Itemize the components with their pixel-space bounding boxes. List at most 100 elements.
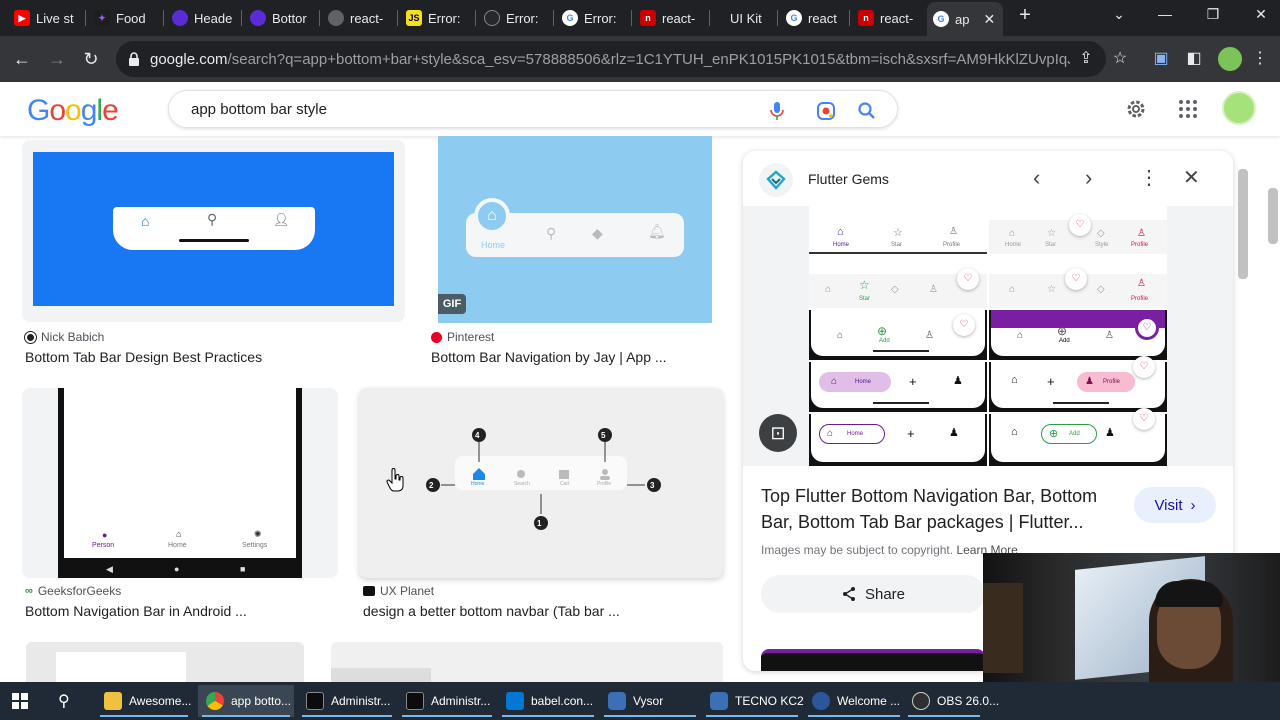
nav-label: Home [168,542,187,549]
result-thumbnail[interactable]: 4 5 2 3 1 Home Search Cart Profile [359,388,723,578]
share-button[interactable]: Share [761,575,985,613]
browser-tab[interactable]: UI Kit [712,4,778,32]
forward-icon[interactable]: → [44,46,70,72]
result-thumbnail[interactable] [26,642,304,682]
result-thumbnail[interactable]: ⚲ ◆ 🔔︎ Home ⌂ GIF [438,136,712,323]
person-icon: ● [102,530,108,540]
browser-tab[interactable]: Error: [478,4,554,32]
preview-image-area[interactable]: ⌂ Home ☆ Star ♙ Profile ⌂ Home ☆ Star ◇ Style … [743,206,1233,466]
result-title[interactable]: Bottom Tab Bar Design Best Practices [25,349,262,365]
blue-thumbnail-image: ⌂ ⚲ 👤︎ [33,152,394,306]
reload-icon[interactable]: ↻ [78,46,104,72]
menu-kebab-icon[interactable]: ⋮ [1248,47,1272,71]
address-bar[interactable]: google.com/search?q=app+bottom+bar+style… [116,41,1106,77]
result-title[interactable]: Bottom Bar Navigation by Jay | App ... [431,349,667,365]
panel-title[interactable]: Top Flutter Bottom Navigation Bar, Botto… [761,483,1111,535]
close-tab-icon[interactable]: ✕ [983,11,995,28]
taskbar-item[interactable]: Administr... [398,685,496,717]
windows-taskbar: ⚲ Awesome... app botto... Administr... A… [0,682,1280,720]
taskbar-item[interactable]: TECNO KC2 [702,685,804,717]
browser-tab[interactable]: n react- [634,4,710,32]
result-thumbnail[interactable]: ● ⌂ ✺ Person Home Settings ◀ ● ■ [22,388,338,578]
tab-label: UI Kit [730,10,762,26]
taskbar-search-icon[interactable]: ⚲ [58,691,70,711]
tab-label: Error: [506,10,539,26]
result-title[interactable]: design a better bottom navbar (Tab bar .… [363,603,620,619]
visit-button[interactable]: Visit › [1134,487,1216,523]
tab-label: Heade [194,10,233,26]
panel-site-name[interactable]: Flutter Gems [808,171,889,187]
nav-label: Cart [560,481,570,487]
restore-icon[interactable]: ❐ [1198,6,1228,23]
taskbar-item[interactable]: Awesome... [96,685,192,717]
browser-tab[interactable]: G Error: [556,4,632,32]
nav-mockup: ⌂ ⊕ Add ♙ ♡ [809,310,987,360]
browser-tab[interactable]: ✦ Food [88,4,164,32]
browser-tab[interactable]: ▶ Live st [8,4,86,32]
close-window-icon[interactable]: ✕ [1246,6,1276,23]
taskbar-item[interactable]: OBS 26.0... [904,685,999,717]
terminal-icon [406,692,424,710]
copyright-notice: Images may be subject to copyright. Lear… [761,543,1018,557]
callout-number: 1 [537,519,542,528]
close-panel-icon[interactable]: ✕ [1183,165,1200,190]
youtube-icon: ▶ [14,10,30,26]
flutter-gems-icon [766,170,786,190]
windows-start-icon[interactable] [12,693,28,709]
microphone-icon[interactable] [765,99,789,123]
lens-camera-icon[interactable] [814,99,838,123]
bookmark-star-icon[interactable]: ☆ [1108,47,1132,71]
settings-gear-icon[interactable] [1124,97,1148,121]
apps-grid-icon[interactable] [1178,99,1198,119]
tab-search-icon[interactable]: ⌄ [1104,6,1134,23]
google-logo[interactable]: Google [27,94,119,128]
result-source[interactable]: ∞ GeeksforGeeks [25,584,121,598]
browser-tab[interactable]: react- [322,4,398,32]
result-thumbnail[interactable] [331,642,723,682]
next-image-icon[interactable]: › [1085,165,1092,191]
tab-label: Live st [36,10,74,26]
settings-gear-icon: ✺ [254,529,262,539]
taskbar-item[interactable]: Welcome ... [804,685,904,717]
terminal-icon [306,692,324,710]
cast-icon[interactable]: ▣ [1149,47,1173,71]
browser-tab[interactable]: G react [780,4,850,32]
back-icon[interactable]: ← [9,46,35,72]
profile-avatar[interactable] [1218,47,1242,71]
browser-tab[interactable]: Heade [166,4,242,32]
search-input[interactable]: app bottom bar style [191,101,327,118]
result-source[interactable]: Pinterest [431,330,494,344]
thumbnail-image [331,668,431,682]
taskbar-item[interactable]: babel.con... [498,685,598,717]
taskbar-item[interactable]: Vysor [600,685,700,717]
more-options-icon[interactable]: ⋮ [1139,165,1159,190]
search-box[interactable]: app bottom bar style [168,90,898,128]
share-icon [842,587,855,601]
nav-mockup: ⌂ ☆ Star ◇ ♙ ♡ [809,268,987,308]
taskbar-item[interactable]: Administr... [298,685,396,717]
browser-tab[interactable]: Bottor [244,4,320,32]
minimize-icon[interactable]: — [1150,6,1180,22]
browser-tab-active[interactable]: G ap ✕ [927,2,1003,36]
person-icon: 👤︎ [273,212,290,227]
related-image-thumbnail[interactable] [761,649,985,671]
hex-icon [172,10,188,26]
page-scrollbar-thumb[interactable] [1268,188,1278,244]
account-avatar[interactable] [1222,91,1256,125]
taskbar-item-active[interactable]: app botto... [198,685,294,717]
share-page-icon[interactable]: ⇪ [1074,47,1098,71]
google-icon: G [562,10,578,26]
side-panel-icon[interactable]: ◧ [1182,47,1206,71]
tab-label: react [808,10,837,26]
result-source[interactable]: Nick Babich [25,330,104,344]
result-title[interactable]: Bottom Navigation Bar in Android ... [25,603,247,619]
result-source[interactable]: UX Planet [363,584,434,598]
new-tab-button[interactable]: + [1010,4,1040,27]
tabbar-mockup: ⌂ ⚲ 👤︎ [113,207,315,250]
search-icon[interactable] [855,99,879,123]
browser-tab[interactable]: n react- [852,4,926,32]
browser-tab[interactable]: JS Error: [400,4,476,32]
lens-search-icon[interactable]: ⊡ [759,414,797,452]
result-thumbnail[interactable]: ⌂ ⚲ 👤︎ [22,140,405,322]
previous-image-icon[interactable]: ‹ [1033,165,1040,191]
